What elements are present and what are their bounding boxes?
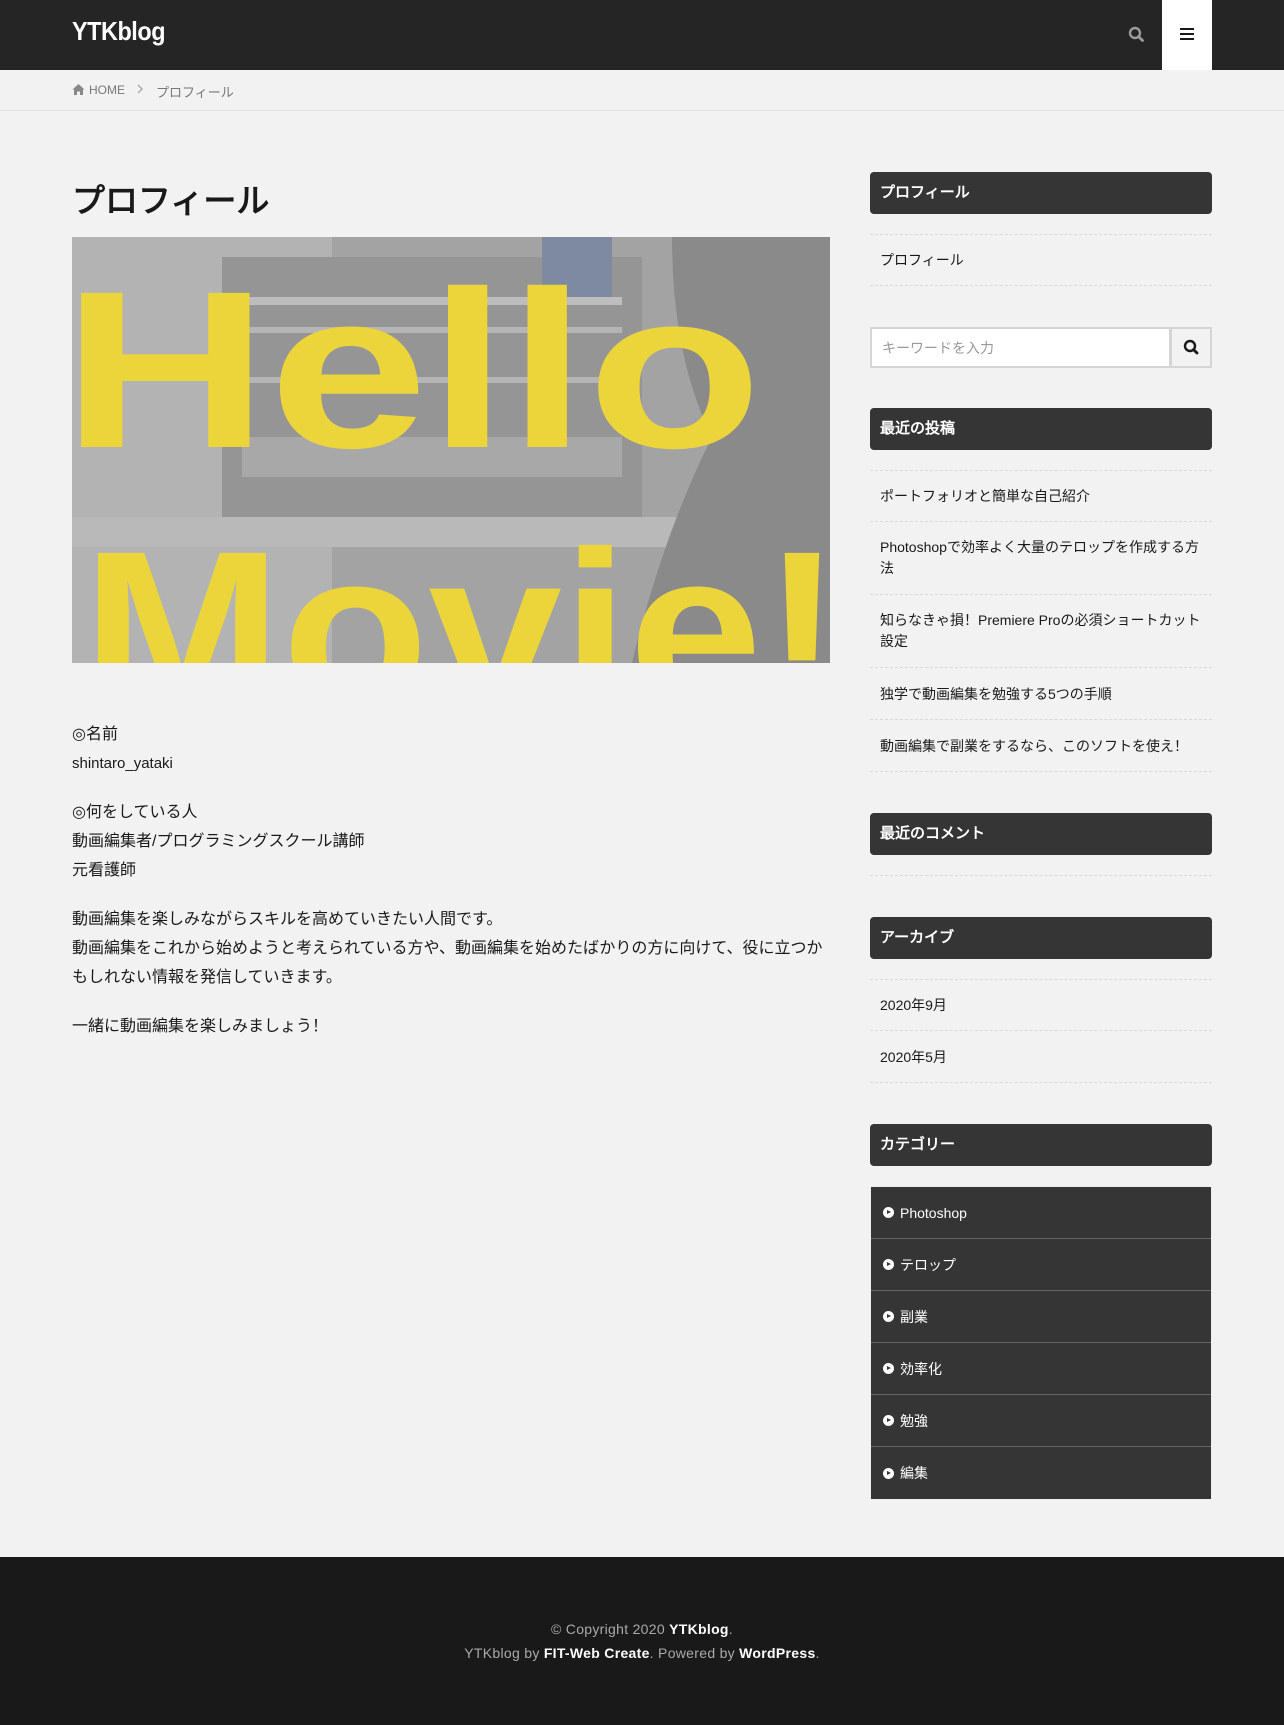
credit-period: .: [815, 1645, 820, 1661]
category-label: 編集: [900, 1465, 928, 1481]
archives-list: 2020年9月 2020年5月: [870, 979, 1212, 1083]
credit-text: YTKblog by: [464, 1645, 544, 1661]
recent-post-item[interactable]: 知らなきゃ損！Premiere Proの必須ショートカット設定: [870, 595, 1212, 668]
widget-title-recent-posts: 最近の投稿: [870, 408, 1212, 450]
copyright-period: .: [728, 1621, 733, 1637]
category-label: 勉強: [900, 1412, 928, 1429]
search-icon: [1183, 339, 1199, 355]
category-item-editing[interactable]: 編集: [871, 1447, 1211, 1499]
footer-site-link[interactable]: YTKblog: [669, 1621, 729, 1637]
arrow-circle-icon: [883, 1259, 894, 1270]
hero-image: Hello Movie!: [72, 237, 830, 663]
categories-list: Photoshop テロップ 副業 効率化 勉強 編集: [870, 1186, 1212, 1500]
arrow-circle-icon: [883, 1207, 894, 1218]
recent-post-item[interactable]: 動画編集で副業をするなら、このソフトを使え！: [870, 720, 1212, 772]
site-footer: © Copyright 2020 YTKblog. YTKblog by FIT…: [0, 1557, 1284, 1725]
powered-by-text: . Powered by: [649, 1645, 740, 1661]
page-title: プロフィール: [72, 182, 270, 219]
menu-button[interactable]: [1162, 0, 1212, 70]
role-line-1: 動画編集者/プログラミングスクール講師: [72, 833, 365, 850]
arrow-circle-icon: [883, 1415, 894, 1426]
widget-title-categories: カテゴリー: [870, 1124, 1212, 1166]
recent-post-item[interactable]: 独学で動画編集を勉強する5つの手順: [870, 668, 1212, 720]
breadcrumb: HOME プロフィール: [0, 70, 1284, 111]
category-item-telop[interactable]: テロップ: [871, 1239, 1211, 1291]
search-icon: [1128, 26, 1144, 42]
site-logo[interactable]: YTKblog: [72, 16, 165, 47]
intro-line-1: 動画編集を楽しみながらスキルを高めていきたい人間です。: [72, 911, 503, 928]
widget-title-recent-comments: 最近のコメント: [870, 813, 1212, 855]
role-heading: ◎何をしている人: [72, 804, 198, 821]
recent-post-item[interactable]: Photoshopで効率よく大量のテロップを作成する方法: [870, 522, 1212, 595]
recent-posts-list: ポートフォリオと簡単な自己紹介 Photoshopで効率よく大量のテロップを作成…: [870, 470, 1212, 772]
footer-credit: YTKblog by FIT-Web Create. Powered by Wo…: [0, 1645, 1284, 1661]
name-heading: ◎名前: [72, 726, 118, 743]
category-label: 副業: [900, 1308, 928, 1325]
closing-line: 一緒に動画編集を楽しみましょう！: [72, 1018, 329, 1035]
sidebar-search: [870, 327, 1212, 368]
widget-title-archives: アーカイブ: [870, 917, 1212, 959]
name-value: shintaro_yataki: [72, 755, 173, 772]
home-icon: [72, 84, 85, 95]
intro-line-2: 動画編集をこれから始めようと考えられている方や、動画編集を始めたばかりの方に向け…: [72, 940, 823, 986]
category-item-efficiency[interactable]: 効率化: [871, 1343, 1211, 1395]
archive-item[interactable]: 2020年5月: [870, 1031, 1212, 1083]
header-search-button[interactable]: [1124, 22, 1150, 48]
breadcrumb-current: プロフィール: [156, 85, 234, 100]
profile-widget-list: プロフィール: [870, 234, 1212, 286]
profile-content: ◎名前 shintaro_yataki ◎何をしている人 動画編集者/プログラミ…: [72, 720, 830, 1061]
category-label: テロップ: [900, 1256, 956, 1273]
hero-text-movie: Movie!: [82, 505, 830, 663]
arrow-circle-icon: [883, 1363, 894, 1374]
search-input[interactable]: [870, 327, 1171, 368]
role-line-2: 元看護師: [72, 862, 137, 879]
recent-post-item[interactable]: ポートフォリオと簡単な自己紹介: [870, 470, 1212, 522]
footer-theme-link[interactable]: FIT-Web Create: [544, 1645, 650, 1661]
footer-wordpress-link[interactable]: WordPress: [739, 1645, 815, 1661]
breadcrumb-home-link[interactable]: HOME: [89, 83, 125, 97]
hero-text-hello: Hello: [72, 245, 762, 495]
recent-comments-list: [870, 875, 1212, 876]
footer-copyright: © Copyright 2020 YTKblog.: [0, 1621, 1284, 1637]
site-header: YTKblog: [0, 0, 1284, 70]
arrow-circle-icon: [883, 1311, 894, 1322]
category-item-photoshop[interactable]: Photoshop: [871, 1187, 1211, 1239]
chevron-right-icon: [137, 84, 143, 94]
category-item-side-job[interactable]: 副業: [871, 1291, 1211, 1343]
arrow-circle-icon: [883, 1467, 894, 1479]
copyright-text: © Copyright 2020: [550, 1621, 670, 1637]
widget-title-profile: プロフィール: [870, 172, 1212, 214]
category-label: 効率化: [900, 1360, 942, 1377]
category-item-study[interactable]: 勉強: [871, 1395, 1211, 1447]
archive-item[interactable]: 2020年9月: [870, 979, 1212, 1031]
search-submit-button[interactable]: [1170, 327, 1212, 368]
sidebar-item-profile[interactable]: プロフィール: [870, 234, 1212, 286]
hamburger-menu-icon: [1180, 28, 1194, 40]
category-label: Photoshop: [900, 1204, 967, 1221]
